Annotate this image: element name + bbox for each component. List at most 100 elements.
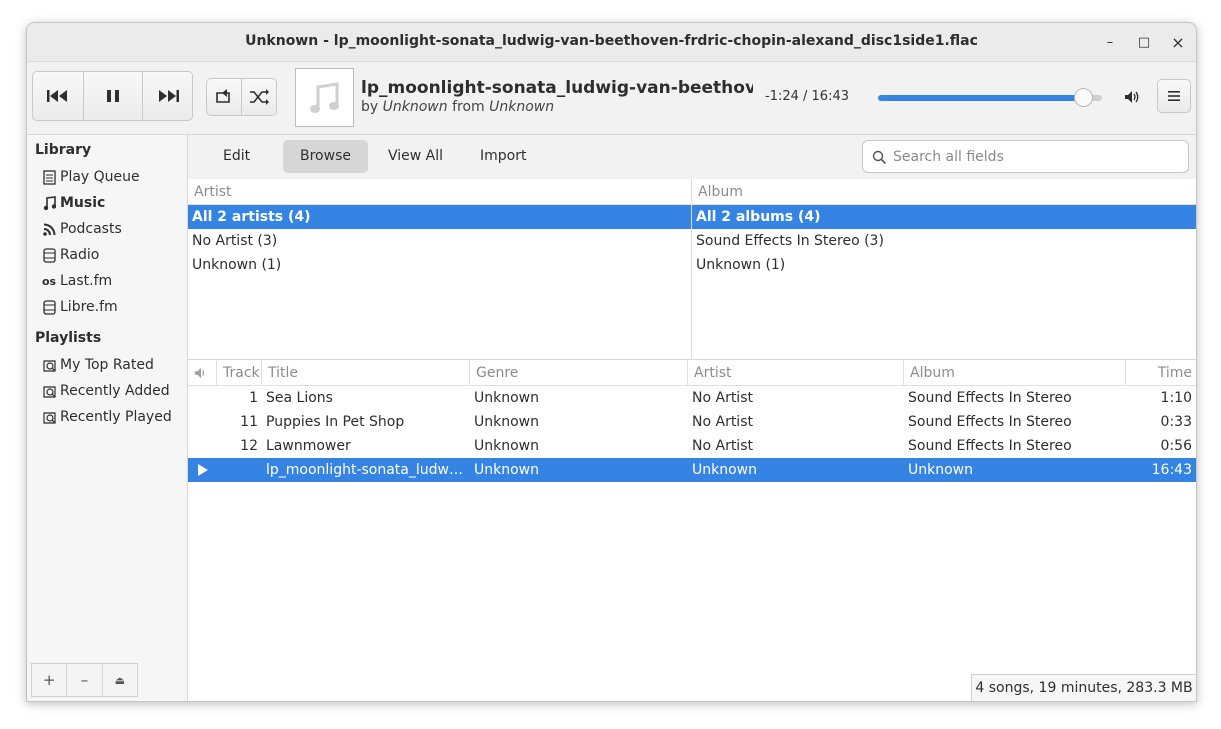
now-playing-artist: Unknown — [382, 99, 448, 115]
radio-icon — [41, 247, 57, 263]
column-track[interactable]: Track — [217, 360, 262, 386]
add-playlist-button[interactable]: + — [32, 664, 68, 696]
now-playing-title: lp_moonlight-sonata_ludwig-van-beethoven… — [361, 78, 753, 98]
sidebar-actions: + – ⏏ — [31, 663, 138, 697]
track-title: Sea Lions — [266, 390, 333, 406]
repeat-button[interactable] — [206, 78, 242, 116]
player-header: lp_moonlight-sonata_ludwig-van-beethoven… — [27, 62, 1196, 135]
track-album: Sound Effects In Stereo — [908, 414, 1072, 430]
pause-button[interactable] — [83, 71, 143, 121]
table-row[interactable]: 1 Sea Lions Unknown No Artist Sound Effe… — [188, 386, 1196, 410]
album-row[interactable]: Sound Effects In Stereo (3) — [692, 229, 1196, 253]
track-artist: No Artist — [692, 414, 753, 430]
track-list-header: Track Title Genre Artist Album Time — [188, 360, 1196, 386]
track-title: Puppies In Pet Shop — [266, 414, 405, 430]
sidebar-item-label: Recently Played — [60, 409, 172, 425]
volume-button[interactable] — [1124, 89, 1140, 109]
track-number — [217, 458, 258, 482]
artist-column-header[interactable]: Artist — [188, 179, 691, 205]
tab-browse[interactable]: Browse — [283, 140, 368, 173]
menu-button[interactable] — [1157, 79, 1191, 113]
artist-row[interactable]: No Artist (3) — [188, 229, 691, 253]
rss-icon — [41, 221, 57, 237]
by-label: by — [361, 99, 379, 115]
track-time: 0:33 — [1160, 414, 1192, 430]
track-title: Lawnmower — [266, 438, 351, 454]
column-playing[interactable] — [188, 360, 217, 386]
music-note-icon — [309, 81, 339, 113]
sidebar-item-recently-played[interactable]: Recently Played — [41, 409, 172, 425]
document-icon — [41, 169, 57, 185]
close-button[interactable]: × — [1167, 32, 1189, 54]
sidebar: Library Play Queue Music Podcasts Radio … — [27, 135, 188, 701]
track-number: 12 — [240, 438, 258, 454]
album-row[interactable]: Unknown (1) — [692, 253, 1196, 277]
track-artist: Unknown — [692, 462, 757, 478]
pause-icon — [107, 90, 119, 102]
playlists-heading: Playlists — [35, 330, 102, 346]
smart-playlist-icon — [41, 383, 57, 399]
minimize-button[interactable]: – — [1099, 32, 1121, 54]
album-column-header[interactable]: Album — [692, 179, 1196, 205]
search-icon — [872, 150, 887, 165]
album-row[interactable]: All 2 albums (4) — [692, 205, 1196, 229]
column-time[interactable]: Time — [1126, 360, 1196, 386]
column-genre[interactable]: Genre — [470, 360, 688, 386]
shuffle-button[interactable] — [241, 78, 277, 116]
artist-row[interactable]: Unknown (1) — [188, 253, 691, 277]
sidebar-item-label: Play Queue — [60, 169, 140, 185]
tab-import[interactable]: Import — [463, 140, 543, 173]
remove-playlist-button[interactable]: – — [67, 664, 103, 696]
sidebar-item-label: Radio — [60, 247, 100, 263]
main-content: Edit Browse View All Import Search all f… — [188, 135, 1196, 701]
sidebar-item-radio[interactable]: Radio — [41, 247, 99, 263]
tab-view-all[interactable]: View All — [371, 140, 460, 173]
tab-edit[interactable]: Edit — [206, 140, 267, 173]
sidebar-item-play-queue[interactable]: Play Queue — [41, 169, 140, 185]
sidebar-item-label: Libre.fm — [60, 299, 118, 315]
track-time: 1:10 — [1160, 390, 1192, 406]
volume-icon — [1125, 91, 1139, 103]
search-input[interactable]: Search all fields — [862, 140, 1189, 173]
track-genre: Unknown — [474, 462, 539, 478]
sidebar-item-label: Last.fm — [60, 273, 113, 289]
table-row-playing[interactable]: lp_moonlight-sonata_ludwi… Unknown Unkno… — [188, 458, 1196, 482]
album-browser: Album All 2 albums (4) Sound Effects In … — [692, 179, 1196, 359]
hamburger-menu-icon — [1168, 91, 1180, 101]
column-artist[interactable]: Artist — [688, 360, 904, 386]
status-bar: 4 songs, 19 minutes, 283.3 MB — [971, 674, 1196, 701]
smart-playlist-icon — [41, 357, 57, 373]
artist-row[interactable]: All 2 artists (4) — [188, 205, 691, 229]
track-artist: No Artist — [692, 438, 753, 454]
sidebar-item-lastfm[interactable]: os Last.fm — [41, 273, 112, 289]
next-button[interactable] — [142, 71, 193, 121]
sidebar-item-podcasts[interactable]: Podcasts — [41, 221, 122, 237]
track-time: 0:56 — [1160, 438, 1192, 454]
previous-button[interactable] — [32, 71, 84, 121]
speaker-icon — [194, 367, 205, 379]
maximize-button[interactable]: □ — [1133, 32, 1155, 54]
column-album[interactable]: Album — [904, 360, 1126, 386]
seek-handle[interactable] — [1073, 88, 1093, 107]
track-number: 1 — [249, 390, 258, 406]
column-title[interactable]: Title — [262, 360, 470, 386]
sidebar-item-my-top-rated[interactable]: My Top Rated — [41, 357, 154, 373]
eject-button[interactable]: ⏏ — [103, 664, 137, 696]
table-row[interactable]: 12 Lawnmower Unknown No Artist Sound Eff… — [188, 434, 1196, 458]
track-album: Unknown — [908, 462, 973, 478]
table-row[interactable]: 11 Puppies In Pet Shop Unknown No Artist… — [188, 410, 1196, 434]
sidebar-item-label: Music — [60, 195, 106, 211]
sidebar-item-label: My Top Rated — [60, 357, 154, 373]
previous-icon — [47, 90, 67, 102]
music-note-icon — [41, 195, 57, 211]
sidebar-item-librefm[interactable]: Libre.fm — [41, 299, 118, 315]
from-label: from — [452, 99, 485, 115]
sidebar-item-music[interactable]: Music — [41, 195, 105, 211]
track-genre: Unknown — [474, 438, 539, 454]
track-number: 11 — [240, 414, 258, 430]
sidebar-item-recently-added[interactable]: Recently Added — [41, 383, 170, 399]
sidebar-item-label: Recently Added — [60, 383, 170, 399]
sidebar-item-label: Podcasts — [60, 221, 122, 237]
repeat-icon — [216, 89, 230, 103]
seek-slider[interactable] — [878, 88, 1102, 107]
